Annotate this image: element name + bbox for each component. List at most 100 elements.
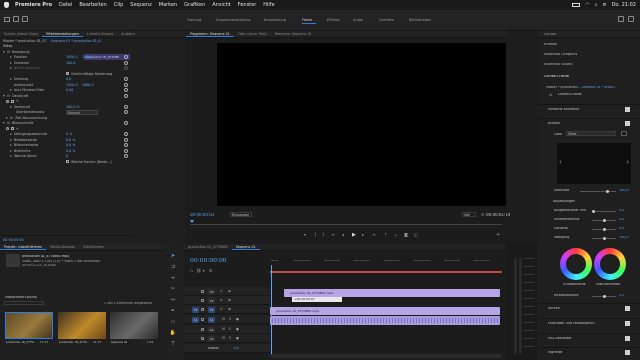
crop-bottom-value[interactable]: 0,0 %: [66, 143, 75, 147]
lock-icon[interactable]: [201, 337, 204, 340]
mute-button[interactable]: M: [222, 317, 225, 321]
reset-icon[interactable]: [124, 60, 128, 65]
look-prev-icon[interactable]: ‹: [559, 158, 562, 166]
play-icon[interactable]: ▶: [352, 232, 357, 238]
antiflicker-value[interactable]: 0,00: [66, 88, 73, 92]
workspace-training[interactable]: Training: [187, 18, 201, 22]
reset-icon[interactable]: [124, 104, 128, 109]
tab-effect-controls[interactable]: Effekteinstellungen: [42, 32, 83, 37]
timeline-ruler[interactable]: :00:00 00:00:00:06 00:00:00:12 00:00:00:…: [270, 258, 502, 272]
look-browse-icon[interactable]: [621, 131, 627, 136]
crop-top-value[interactable]: 0,0 %: [66, 138, 75, 142]
lock-icon[interactable]: [201, 299, 204, 302]
menu-marken[interactable]: Marken: [159, 2, 177, 8]
intensity-knob[interactable]: [606, 189, 609, 193]
mark-out-icon[interactable]: }: [322, 232, 327, 237]
expand-icon[interactable]: [3, 94, 5, 97]
menubar-clock[interactable]: Do. 21:02: [612, 2, 636, 8]
menu-datei[interactable]: Datei: [59, 2, 72, 8]
intensity-slider[interactable]: [580, 191, 616, 192]
eye-icon[interactable]: ◉: [228, 307, 231, 311]
lock-icon[interactable]: [201, 308, 204, 311]
program-timecode[interactable]: 00:00:00:03: [190, 213, 214, 217]
tab-project[interactable]: Projekt: videoEditieren: [0, 245, 47, 250]
section-basic-toggle[interactable]: [625, 107, 630, 112]
track-label-v3[interactable]: V3: [208, 288, 215, 295]
workspaces-menu-icon[interactable]: [618, 16, 624, 22]
search-icon[interactable]: ⌕: [595, 2, 598, 8]
reset-icon[interactable]: [124, 137, 128, 142]
sharpen-value[interactable]: 0,0: [619, 218, 624, 221]
workspace-audio[interactable]: Audio: [353, 18, 363, 22]
export-frame-icon[interactable]: ◙: [404, 232, 409, 237]
mark-in-icon[interactable]: {: [314, 232, 319, 237]
lock-icon[interactable]: [201, 328, 204, 331]
panel-lumetri-color[interactable]: Lumetri-Farbe: [544, 75, 569, 79]
look-select[interactable]: Ohne: [566, 131, 616, 136]
crop-right-value[interactable]: 0,0 %: [66, 149, 75, 153]
expand-icon[interactable]: [10, 144, 12, 147]
expand-icon[interactable]: [10, 61, 12, 64]
reset-icon[interactable]: [124, 110, 128, 115]
position-x-value[interactable]: 1920,0: [66, 55, 78, 59]
lock-icon[interactable]: [201, 290, 204, 293]
solo-button[interactable]: S: [229, 317, 231, 321]
track-label-v2[interactable]: V2: [208, 297, 215, 304]
reset-icon[interactable]: [124, 154, 128, 159]
ellipse-mask-icon[interactable]: [6, 99, 9, 103]
shadow-tint-wheel[interactable]: [560, 248, 592, 280]
section-basic-correction[interactable]: Einfache Korrektur: [538, 104, 640, 113]
position-y-value[interactable]: 1080,0: [82, 55, 94, 59]
expand-icon[interactable]: [3, 122, 5, 125]
scale-value[interactable]: 100,0: [66, 61, 75, 65]
sharpen-knob[interactable]: [603, 218, 606, 222]
expand-icon[interactable]: [6, 116, 8, 119]
checkbox-icon[interactable]: [66, 160, 69, 164]
ripple-edit-tool-icon[interactable]: ⟛: [169, 274, 177, 282]
microphone-icon[interactable]: ●: [236, 336, 239, 340]
workspace-bibliotheken[interactable]: Bibliotheken: [409, 18, 431, 22]
snap-icon[interactable]: ∩: [190, 268, 195, 273]
panel-essential-graphics[interactable]: Essential Graphics: [544, 53, 577, 57]
track-label-v1[interactable]: V1: [208, 306, 215, 313]
lock-icon[interactable]: [201, 318, 204, 321]
menu-sequenz[interactable]: Sequenz: [130, 2, 151, 8]
battery-icon[interactable]: [572, 3, 581, 7]
tab-timeline-sequence[interactable]: Sequenz 01: [231, 245, 260, 250]
track-header-a1[interactable]: A1 A1 M S ●: [184, 315, 270, 324]
section-hsl[interactable]: HSL-Sekundär: [538, 333, 640, 342]
track-label-a3[interactable]: A3: [208, 335, 215, 342]
reset-icon[interactable]: [124, 132, 128, 137]
ec-master-label[interactable]: Master * production ID_477085...: [3, 39, 47, 43]
timeline-scrollbar[interactable]: [270, 354, 502, 358]
expand-icon[interactable]: [10, 105, 12, 108]
workspace-farbe[interactable]: Farbe: [302, 18, 312, 22]
track-header-a3[interactable]: A3 M S ●: [184, 334, 270, 343]
fullscreen-icon[interactable]: [628, 16, 634, 22]
home-icon[interactable]: [4, 17, 10, 22]
reset-icon[interactable]: [124, 88, 128, 93]
add-button-icon[interactable]: +: [496, 232, 501, 238]
tab-lumetri-scopes[interactable]: Lumetri-Scopes: [83, 32, 117, 36]
mute-button[interactable]: M: [222, 327, 225, 331]
lumetri-master-label[interactable]: Master * production...: [546, 86, 581, 89]
expand-icon[interactable]: [10, 78, 12, 81]
go-to-out-icon[interactable]: ⇥: [372, 232, 377, 237]
ec-timecode[interactable]: 00:00:00:00: [0, 235, 134, 244]
highlight-tint-wheel[interactable]: [594, 248, 626, 280]
reset-icon[interactable]: [124, 93, 128, 98]
program-video-frame[interactable]: [217, 43, 506, 206]
menu-app[interactable]: Premiere Pro: [15, 2, 52, 8]
control-center-icon[interactable]: ≡: [602, 2, 606, 8]
saturation-value[interactable]: 100,0: [619, 236, 629, 239]
program-playhead[interactable]: [190, 220, 194, 223]
expand-icon[interactable]: [10, 155, 12, 158]
expand-icon[interactable]: [10, 133, 12, 136]
slip-tool-icon[interactable]: ↔: [169, 296, 177, 304]
crop-transition-value[interactable]: 0 %: [66, 132, 72, 136]
ec-row-feather-both[interactable]: Weiche Kanten (Beide...): [0, 159, 134, 165]
anchor-x-value[interactable]: 1920,0: [66, 83, 78, 87]
apple-icon[interactable]: [4, 2, 9, 8]
mute-button[interactable]: M: [222, 336, 225, 340]
pen-mask-icon[interactable]: ✎: [16, 127, 19, 131]
